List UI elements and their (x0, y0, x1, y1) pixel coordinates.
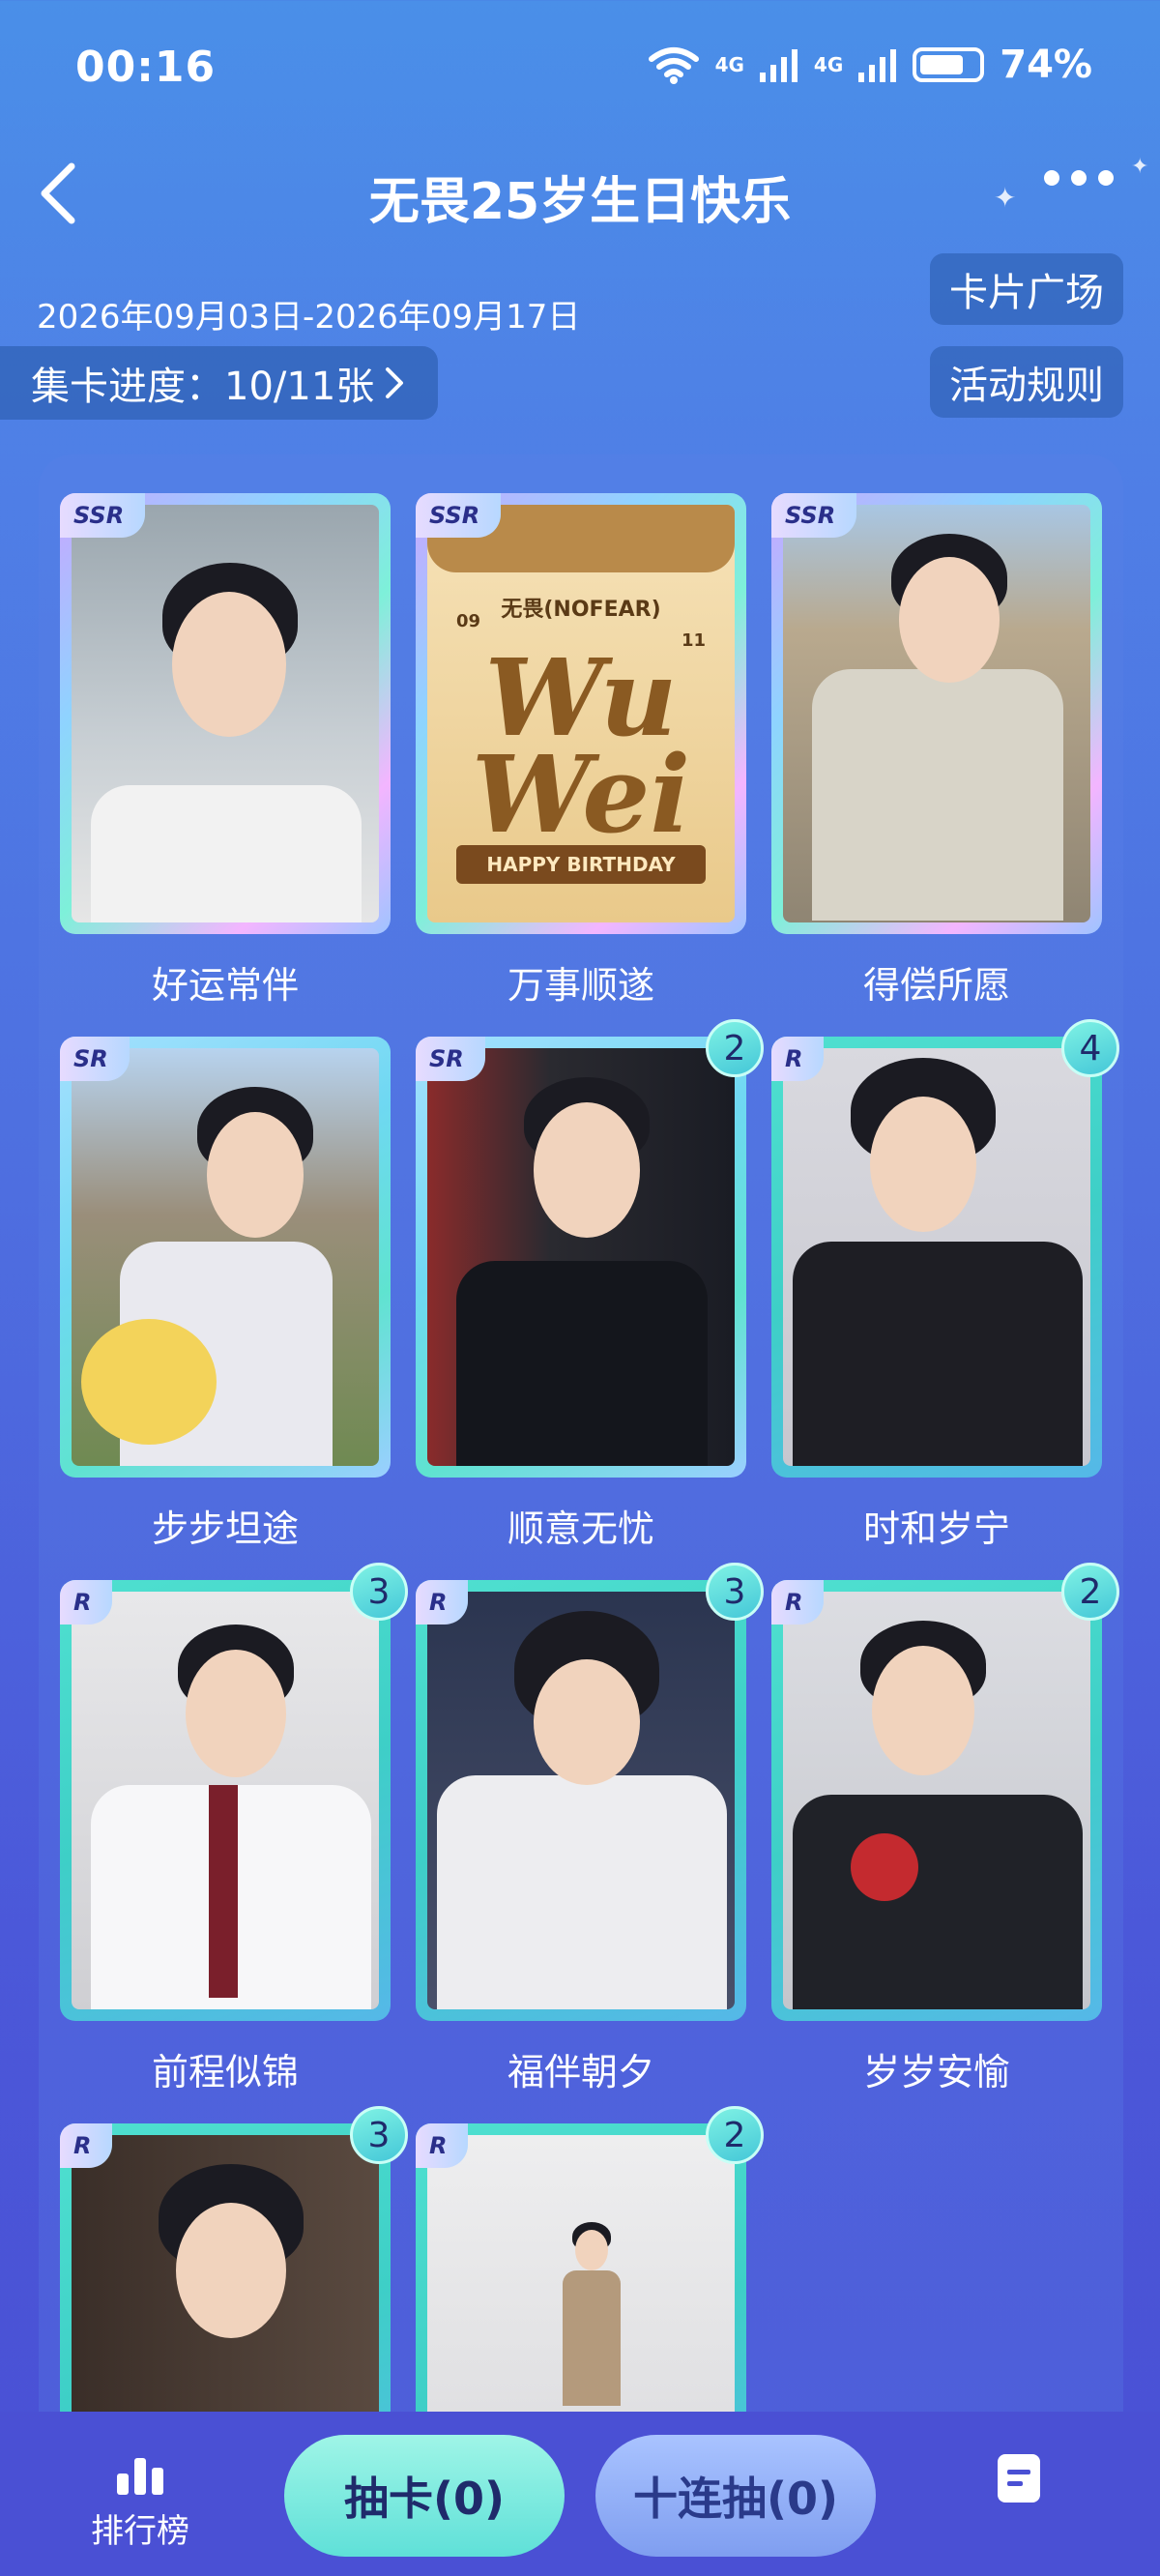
status-time: 00:16 (75, 43, 217, 92)
card-photo (783, 1048, 1090, 1466)
draw-card-button[interactable]: 抽卡(0) (284, 2435, 565, 2557)
card-item[interactable]: R 2 岁岁安愉 (771, 1563, 1119, 2095)
card-label: 时和岁宁 (862, 1508, 1010, 1550)
card-label: 福伴朝夕 (507, 2051, 654, 2093)
card-frame: SSR 无畏(NOFEAR) 09 11 Wu Wei HAPPY BIRTHD… (416, 493, 746, 934)
card-frame: SR 2 (416, 1019, 764, 1478)
battery-level: 74% (1000, 43, 1092, 87)
card-count-badge: 2 (706, 2106, 764, 2164)
rarity-tag: R (60, 1580, 113, 1625)
poster-number-left: 09 (456, 611, 481, 631)
leaderboard-button[interactable]: 排行榜 (77, 2456, 203, 2552)
card-item[interactable]: R 3 前程似锦 (60, 1563, 408, 2095)
leaderboard-label: 排行榜 (91, 2512, 189, 2551)
rarity-tag: R (416, 1580, 469, 1625)
wifi-icon (648, 47, 699, 84)
poster-ribbon: HAPPY BIRTHDAY (456, 845, 706, 884)
card-label: 得偿所愿 (862, 964, 1010, 1007)
card-label: 前程似锦 (151, 2051, 299, 2093)
card-count-badge: 2 (706, 1019, 764, 1077)
card-photo (783, 505, 1090, 922)
poster-number-right: 11 (681, 630, 706, 651)
card-photo (427, 1592, 735, 2009)
status-icons: 4G 4G 74% (648, 43, 1092, 87)
card-item[interactable]: SSR 得偿所愿 (771, 493, 1102, 1009)
card-item[interactable]: SSR 无畏(NOFEAR) 09 11 Wu Wei HAPPY BIRTHD… (416, 493, 746, 1009)
more-button[interactable] (1044, 170, 1114, 186)
card-label: 步步坦途 (151, 1508, 299, 1550)
document-icon[interactable] (998, 2454, 1040, 2503)
rarity-tag: SSR (771, 493, 857, 538)
card-item[interactable]: SSR 好运常伴 (60, 493, 391, 1009)
activity-rules-button[interactable]: 活动规则 (930, 346, 1123, 418)
leaderboard-icon (77, 2456, 203, 2495)
card-photo (783, 1592, 1090, 2009)
card-frame: SR (60, 1037, 391, 1478)
card-count-badge: 3 (706, 1563, 764, 1621)
ten-draw-button[interactable]: 十连抽(0) (595, 2435, 876, 2557)
card-photo (427, 1048, 735, 1466)
battery-icon (913, 47, 985, 82)
rarity-tag: SR (60, 1037, 130, 1081)
rarity-tag: SSR (60, 493, 146, 538)
event-date-range: 2026年09月03日-2026年09月17日 (37, 298, 581, 337)
page-title: 无畏25岁生日快乐 (368, 173, 792, 231)
card-item[interactable]: SR 2 顺意无忧 (416, 1019, 764, 1552)
card-frame: R 2 (771, 1563, 1119, 2021)
rarity-tag: R (771, 1037, 825, 1081)
rarity-tag: R (771, 1580, 825, 1625)
card-label: 万事顺遂 (507, 964, 654, 1007)
card-photo (72, 1048, 379, 1466)
card-label: 顺意无忧 (507, 1508, 654, 1550)
card-frame: R 4 (771, 1019, 1119, 1478)
card-frame: SSR (771, 493, 1102, 934)
card-count-badge: 3 (350, 2106, 408, 2164)
card-label: 岁岁安愉 (862, 2051, 1010, 2093)
card-count-badge: 3 (350, 1563, 408, 1621)
rarity-tag: R (416, 2123, 469, 2168)
card-photo (72, 1592, 379, 2009)
collection-progress-button[interactable]: 集卡进度：10/11张 (0, 346, 439, 420)
signal-2-label: 4G (813, 53, 844, 76)
card-count-badge: 4 (1061, 1019, 1119, 1077)
card-item[interactable]: R 3 福伴朝夕 (416, 1563, 764, 2095)
card-frame: SSR (60, 493, 391, 934)
signal-1-label: 4G (714, 53, 744, 76)
signal-icon (858, 49, 897, 82)
collection-progress-label: 集卡进度：10/11张 (31, 365, 375, 409)
card-plaza-button[interactable]: 卡片广场 (930, 253, 1123, 325)
card-frame: R 3 (60, 1563, 408, 2021)
card-photo (72, 505, 379, 922)
card-frame: R 3 (416, 1563, 764, 2021)
card-count-badge: 2 (1061, 1563, 1119, 1621)
rarity-tag: R (60, 2123, 113, 2168)
card-item[interactable]: SR 步步坦途 (60, 1037, 391, 1552)
rarity-tag: SR (416, 1037, 485, 1081)
poster-title: Wu Wei (471, 635, 691, 857)
birthday-poster: 无畏(NOFEAR) 09 11 Wu Wei HAPPY BIRTHDAY (427, 505, 735, 922)
chevron-right-icon (386, 367, 404, 398)
card-item[interactable]: R 4 时和岁宁 (771, 1019, 1119, 1552)
rarity-tag: SSR (416, 493, 502, 538)
signal-icon (759, 49, 798, 82)
more-dots-icon (1044, 170, 1059, 186)
card-label: 好运常伴 (151, 964, 299, 1007)
status-bar: 00:16 4G 4G 74% (0, 0, 1160, 145)
